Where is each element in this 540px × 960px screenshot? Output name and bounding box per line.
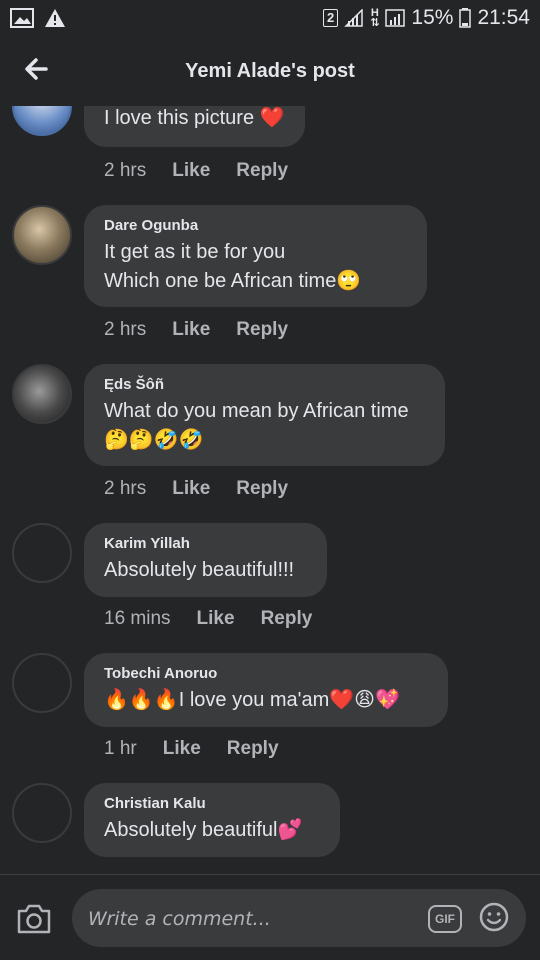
comment-bubble[interactable]: Christian Kalu Absolutely beautiful💕 <box>84 783 340 857</box>
sim-indicator: 2 <box>322 9 339 27</box>
comment-author[interactable]: Tobechi Anoruo <box>104 665 428 682</box>
comment-author[interactable]: Dare Ogunba <box>104 217 407 234</box>
gallery-icon <box>10 8 34 28</box>
comment-author[interactable]: Karim Yillah <box>104 535 307 552</box>
comment-author[interactable]: Christian Kalu <box>104 795 320 812</box>
comment-actions: 2 hrs Like Reply <box>104 160 288 182</box>
app-bar: Yemi Alade's post <box>0 38 540 106</box>
comment-composer: GIF <box>0 875 540 960</box>
comment-actions: 2 hrs Like Reply <box>104 319 288 341</box>
comment-text: 🔥🔥🔥I love you ma'am❤️😩💖 <box>104 689 400 711</box>
like-button[interactable]: Like <box>197 608 235 630</box>
comment-actions: 2 hrs Like Reply <box>104 478 288 500</box>
avatar[interactable] <box>12 523 72 583</box>
reply-button[interactable]: Reply <box>227 738 279 760</box>
comment-actions: 1 hr Like Reply <box>104 738 279 760</box>
comments-list[interactable]: I love this picture ❤️ 2 hrs Like Reply … <box>0 106 540 874</box>
comment-bubble[interactable]: I love this picture ❤️ <box>84 106 305 147</box>
comment-text: Absolutely beautiful!!! <box>104 559 295 581</box>
avatar[interactable] <box>12 205 72 265</box>
comment-bubble[interactable]: Karim Yillah Absolutely beautiful!!! <box>84 523 327 597</box>
avatar[interactable] <box>12 106 72 136</box>
clock: 21:54 <box>477 6 530 29</box>
comment-time: 2 hrs <box>104 319 147 340</box>
avatar[interactable] <box>12 364 72 424</box>
signal-icon <box>344 9 363 27</box>
comment-input[interactable] <box>86 889 410 949</box>
like-button[interactable]: Like <box>163 738 201 760</box>
reply-button[interactable]: Reply <box>261 608 313 630</box>
comment-time: 2 hrs <box>104 478 147 499</box>
comment-text: It get as it be for you <box>104 241 286 263</box>
network-type: H ⇅ <box>370 7 380 29</box>
comment-time: 16 mins <box>104 608 171 629</box>
comment-text: Absolutely beautiful💕 <box>104 819 303 841</box>
comment-author[interactable]: Ęds Šôñ <box>104 376 425 393</box>
battery-icon <box>459 8 472 28</box>
comment-actions: 16 mins Like Reply <box>104 608 312 630</box>
comment-bubble[interactable]: Ęds Šôñ What do you mean by African time… <box>84 364 445 466</box>
comment-text: What do you mean by African time <box>104 400 409 422</box>
avatar[interactable] <box>12 653 72 713</box>
like-button[interactable]: Like <box>172 478 210 500</box>
warning-icon <box>45 9 65 27</box>
comment-time: 1 hr <box>104 738 137 759</box>
comment-text: Which one be African time🙄 <box>104 270 362 292</box>
avatar[interactable] <box>12 783 72 843</box>
battery-percent: 15% <box>411 6 454 29</box>
reply-button[interactable]: Reply <box>236 319 288 341</box>
comment-text: 🤔🤔🤣🤣 <box>104 429 204 451</box>
comment-input-box[interactable]: GIF <box>72 889 526 949</box>
comment-bubble[interactable]: Tobechi Anoruo 🔥🔥🔥I love you ma'am❤️😩💖 <box>84 653 448 727</box>
status-bar: 2 H ⇅ 15% 21:54 <box>0 0 540 38</box>
comment-time: 2 hrs <box>104 160 147 181</box>
signal-icon-2 <box>385 9 406 27</box>
page-title: Yemi Alade's post <box>185 60 355 82</box>
comment-bubble[interactable]: Dare Ogunba It get as it be for you Whic… <box>84 205 427 307</box>
comment-text: I love this picture ❤️ <box>104 107 285 129</box>
reply-button[interactable]: Reply <box>236 478 288 500</box>
emoji-icon[interactable] <box>478 901 510 933</box>
like-button[interactable]: Like <box>172 319 210 341</box>
camera-icon[interactable] <box>16 903 52 935</box>
like-button[interactable]: Like <box>172 160 210 182</box>
reply-button[interactable]: Reply <box>236 160 288 182</box>
gif-button[interactable]: GIF <box>428 905 462 933</box>
